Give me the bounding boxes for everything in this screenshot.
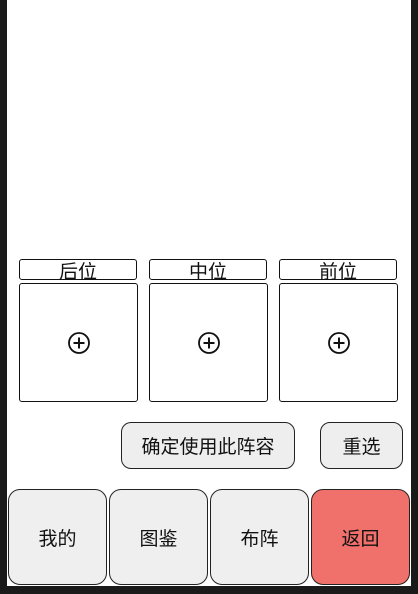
middle-position-slot[interactable] bbox=[149, 283, 268, 402]
app-screen: 后位 中位 前位 确定使用此阵容 重选 我的 图鉴 布阵 返回 bbox=[7, 0, 411, 586]
front-position-slot[interactable] bbox=[279, 283, 398, 402]
back-position-label: 后位 bbox=[19, 259, 137, 280]
back-position-slot[interactable] bbox=[19, 283, 138, 402]
add-circle-icon bbox=[197, 331, 220, 354]
add-circle-icon bbox=[327, 331, 350, 354]
add-circle-icon bbox=[67, 331, 90, 354]
confirm-lineup-button[interactable]: 确定使用此阵容 bbox=[121, 422, 295, 469]
reselect-button[interactable]: 重选 bbox=[320, 422, 403, 469]
nav-my-button[interactable]: 我的 bbox=[8, 489, 107, 585]
middle-position-label: 中位 bbox=[149, 259, 267, 280]
nav-codex-button[interactable]: 图鉴 bbox=[109, 489, 208, 585]
front-position-label: 前位 bbox=[279, 259, 397, 280]
nav-back-button[interactable]: 返回 bbox=[311, 489, 410, 585]
nav-formation-button[interactable]: 布阵 bbox=[210, 489, 309, 585]
